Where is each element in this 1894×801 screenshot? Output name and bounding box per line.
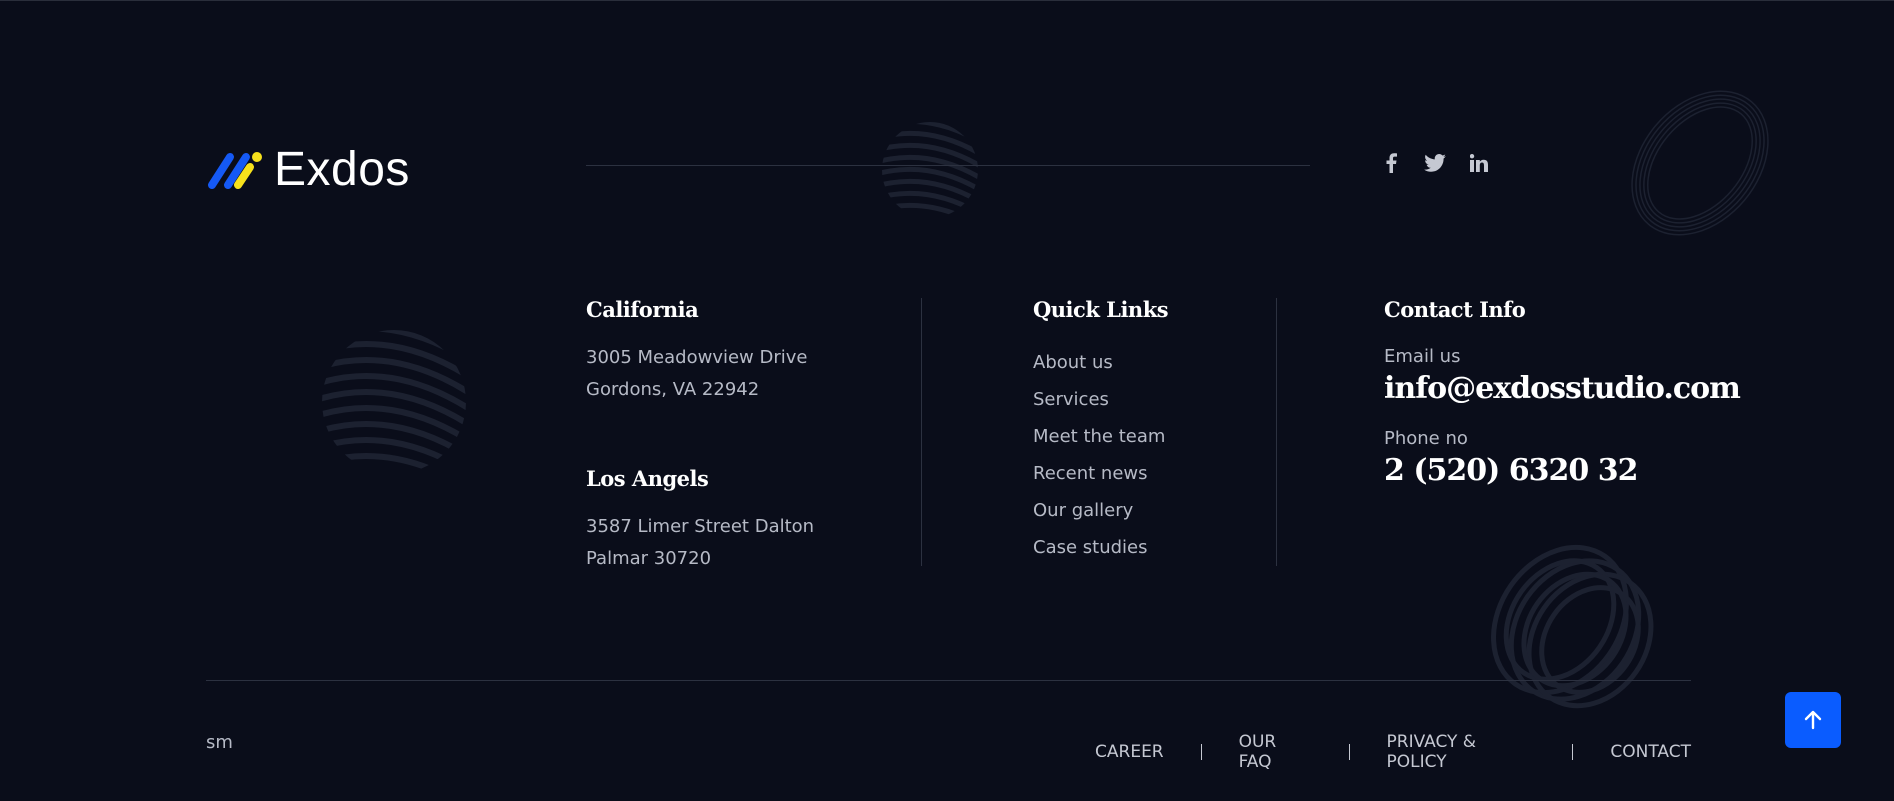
decorative-torus xyxy=(1475,530,1675,730)
email-link[interactable]: info@exdosstudio.com xyxy=(1384,371,1741,406)
footer-divider xyxy=(206,680,1691,681)
los-angels-address-line1: 3587 Limer Street Dalton xyxy=(586,516,815,537)
top-border xyxy=(0,0,1894,1)
back-to-top-button[interactable] xyxy=(1785,692,1841,748)
quick-link-case-studies[interactable]: Case studies xyxy=(1033,529,1168,566)
footer-link-contact[interactable]: CONTACT xyxy=(1610,742,1691,762)
quick-link-services[interactable]: Services xyxy=(1033,381,1168,418)
arrow-up-icon xyxy=(1804,710,1822,730)
quick-link-recent-news[interactable]: Recent news xyxy=(1033,455,1168,492)
california-address-block: California 3005 Meadowview Drive Gordons… xyxy=(586,297,807,406)
facebook-icon[interactable] xyxy=(1380,152,1402,174)
california-address-line2: Gordons, VA 22942 xyxy=(586,379,760,400)
california-address-line1: 3005 Meadowview Drive xyxy=(586,347,808,368)
quick-links-list: About us Services Meet the team Recent n… xyxy=(1033,344,1168,566)
los-angels-title: Los Angels xyxy=(586,466,709,491)
decorative-ring xyxy=(1615,78,1785,248)
header-divider xyxy=(586,165,1310,166)
los-angels-address-block: Los Angels 3587 Limer Street Dalton Palm… xyxy=(586,466,814,575)
decorative-sphere-large xyxy=(320,328,468,476)
los-angels-address-line2: Palmar 30720 xyxy=(586,548,712,569)
phone-link[interactable]: 2 (520) 6320 32 xyxy=(1384,453,1740,488)
contact-info-title: Contact Info xyxy=(1384,297,1526,322)
quick-link-our-gallery[interactable]: Our gallery xyxy=(1033,492,1168,529)
column-divider xyxy=(1276,298,1277,566)
california-title: California xyxy=(586,297,699,322)
email-label: Email us xyxy=(1384,346,1461,367)
nav-separator xyxy=(1200,744,1202,760)
social-links xyxy=(1380,152,1490,174)
brand-logo[interactable]: Exdos xyxy=(206,142,410,197)
footer-link-career[interactable]: CAREER xyxy=(1095,742,1164,762)
copyright-text: sm xyxy=(206,732,233,753)
quick-link-about-us[interactable]: About us xyxy=(1033,344,1168,381)
footer-link-privacy-policy[interactable]: PRIVACY & POLICY xyxy=(1387,732,1536,772)
column-divider xyxy=(921,298,922,566)
linkedin-icon[interactable] xyxy=(1468,152,1490,174)
footer-nav: CAREER OUR FAQ PRIVACY & POLICY CONTACT xyxy=(1095,732,1691,772)
quick-link-meet-the-team[interactable]: Meet the team xyxy=(1033,418,1168,455)
quick-links-block: Quick Links About us Services Meet the t… xyxy=(1033,297,1169,566)
decorative-sphere-small xyxy=(880,120,980,220)
brand-name: Exdos xyxy=(274,143,410,196)
contact-info-block: Contact Info Email us info@exdosstudio.c… xyxy=(1384,297,1741,488)
twitter-icon[interactable] xyxy=(1424,152,1446,174)
footer-link-our-faq[interactable]: OUR FAQ xyxy=(1239,732,1312,772)
logo-mark-icon xyxy=(208,151,262,189)
nav-separator xyxy=(1572,744,1574,760)
quick-links-title: Quick Links xyxy=(1033,297,1169,322)
phone-label: Phone no xyxy=(1384,428,1468,449)
nav-separator xyxy=(1348,744,1350,760)
